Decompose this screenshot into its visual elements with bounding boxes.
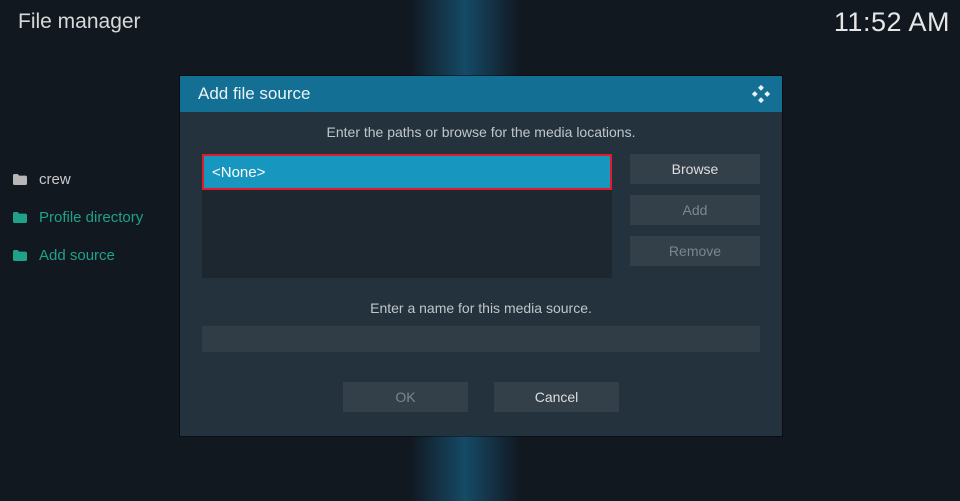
- sidebar-item-label: Profile directory: [39, 209, 143, 226]
- cancel-button[interactable]: Cancel: [494, 382, 619, 412]
- folder-icon: [13, 174, 27, 185]
- sidebar-item-crew[interactable]: crew: [8, 160, 148, 198]
- path-action-buttons: Browse Add Remove: [630, 154, 760, 278]
- folder-icon: [13, 250, 27, 261]
- paths-list[interactable]: <None>: [202, 154, 612, 278]
- folder-icon: [13, 212, 27, 223]
- sidebar: crew Profile directory Add source: [8, 160, 148, 274]
- kodi-logo-icon: [750, 83, 772, 105]
- remove-button[interactable]: Remove: [630, 236, 760, 266]
- source-name-input[interactable]: [202, 326, 760, 352]
- dialog-title: Add file source: [198, 84, 310, 104]
- ok-button[interactable]: OK: [343, 382, 468, 412]
- paths-instruction: Enter the paths or browse for the media …: [202, 124, 760, 140]
- sidebar-item-label: crew: [39, 171, 71, 188]
- dialog-body: Enter the paths or browse for the media …: [180, 112, 782, 436]
- sidebar-item-add-source[interactable]: Add source: [8, 236, 148, 274]
- paths-row: <None> Browse Add Remove: [202, 154, 760, 278]
- path-entry-selected[interactable]: <None>: [202, 154, 612, 190]
- top-bar: File manager 11:52 AM: [0, 0, 960, 44]
- sidebar-item-profile-directory[interactable]: Profile directory: [8, 198, 148, 236]
- browse-button[interactable]: Browse: [630, 154, 760, 184]
- clock: 11:52 AM: [834, 7, 950, 38]
- add-file-source-dialog: Add file source Enter the paths or brows…: [180, 76, 782, 436]
- page-title: File manager: [18, 10, 141, 34]
- sidebar-item-label: Add source: [39, 247, 115, 264]
- add-button[interactable]: Add: [630, 195, 760, 225]
- dialog-header: Add file source: [180, 76, 782, 112]
- path-entry-value: <None>: [212, 164, 265, 181]
- name-instruction: Enter a name for this media source.: [202, 300, 760, 316]
- dialog-footer-buttons: OK Cancel: [202, 382, 760, 412]
